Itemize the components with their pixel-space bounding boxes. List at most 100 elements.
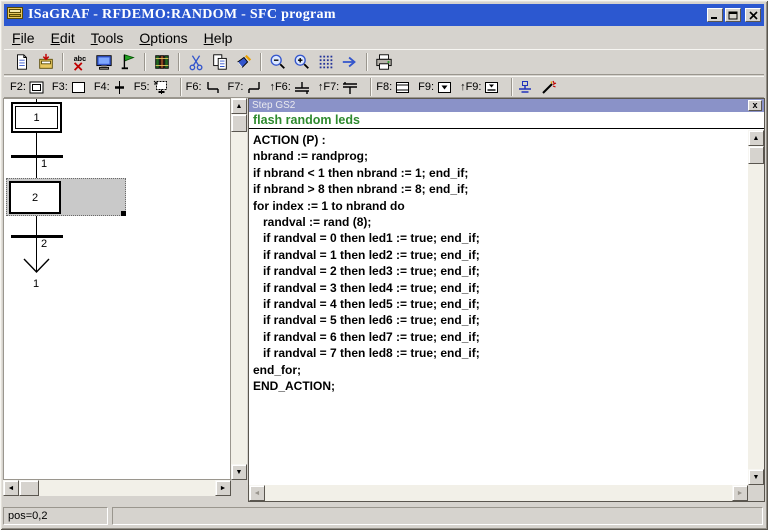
scroll-down-button[interactable]: ▼ [231,464,247,480]
left-vscrollbar[interactable]: ▲ ▼ [231,98,247,480]
tool-parallel-convergence[interactable]: ↑F7: [318,81,358,94]
tool-step[interactable]: F3: [52,81,86,94]
toolbar-separator [366,53,368,71]
status-message-panel [112,507,763,525]
scroll-right-button[interactable]: ► [732,485,748,501]
left-hscrollbar[interactable]: ◄ ► [3,480,231,496]
connect-icon [517,80,533,95]
vscroll-thumb[interactable] [748,146,764,164]
tool-connect[interactable] [517,80,533,95]
tool-jump-target[interactable]: ↑F9: [460,81,499,94]
status-position-panel: pos=0,2 [3,507,108,525]
archive-button[interactable] [34,51,58,73]
step-transition-icon [153,80,168,94]
tool-macro-step[interactable]: F8: [376,81,410,94]
code-line[interactable]: if randval = 1 then led2 := true; end_if… [253,247,748,263]
sfc-jump-arrow[interactable] [23,258,50,275]
code-line[interactable]: if randval = 2 then led3 := true; end_if… [253,263,748,279]
code-line[interactable]: if nbrand < 1 then nbrand := 1; end_if; [253,165,748,181]
scroll-left-button[interactable]: ◄ [249,485,265,501]
tool-transition[interactable]: F4: [94,81,126,94]
vscroll-thumb[interactable] [231,114,247,132]
tool-wand[interactable] [541,80,558,95]
menu-edit[interactable]: Edit [43,29,83,47]
copy-button[interactable] [208,51,232,73]
tool-step-transition[interactable]: F5: [134,80,168,94]
code-line[interactable]: if randval = 6 then led7 := true; end_if… [253,329,748,345]
sfc-step-2[interactable]: 2 [9,181,61,214]
scroll-left-button[interactable]: ◄ [3,480,19,496]
editor-vscrollbar[interactable]: ▲ ▼ [748,130,764,485]
code-line[interactable]: nbrand := randprog; [253,148,748,164]
step-editor-title: Step GS2 [252,100,295,111]
arrow-down-icon: ▼ [753,474,760,481]
paste-button[interactable] [232,51,256,73]
close-button[interactable] [745,8,761,22]
tool-convergence[interactable]: F7: [228,81,262,94]
library-button[interactable] [150,51,174,73]
toolbar-separator [511,78,513,96]
menu-tools[interactable]: Tools [83,29,132,47]
selection-handle[interactable] [121,211,126,216]
hscroll-thumb[interactable] [19,480,39,496]
menu-file[interactable]: File [4,29,43,47]
scroll-up-button[interactable]: ▲ [748,130,764,146]
go-arrow-icon [341,53,359,71]
scroll-down-button[interactable]: ▼ [748,469,764,485]
editor-hscrollbar[interactable]: ◄ ► [249,485,748,501]
zoom-in-button[interactable] [290,51,314,73]
code-line[interactable]: ACTION (P) : [253,132,748,148]
code-line[interactable]: randval := rand (8); [253,214,748,230]
code-line[interactable]: if nbrand > 8 then nbrand := 8; end_if; [253,181,748,197]
tool-step-label: F3: [52,81,68,93]
toolbar-separator [180,78,182,96]
step-comment-row[interactable]: flash random leds [249,112,764,129]
zoom-in-icon [293,53,311,71]
divergence-icon [205,81,220,94]
sfc-canvas[interactable]: 1 1 2 2 1 [3,98,231,480]
menu-help[interactable]: Help [196,29,241,47]
spell-check-button[interactable]: abc [68,51,92,73]
code-editor[interactable]: ACTION (P) : nbrand := randprog; if nbra… [249,130,748,485]
sfc-toolbar: F2: F3: F4: F5: [4,76,764,98]
sfc-transition-2[interactable] [11,235,63,238]
simulate-button[interactable] [92,51,116,73]
minimize-button[interactable] [707,8,723,22]
new-document-button[interactable] [10,51,34,73]
sfc-transition-1[interactable] [11,155,63,158]
sfc-initial-step-inner: 1 [15,106,58,129]
maximize-button[interactable] [725,8,741,22]
go-button[interactable] [338,51,362,73]
scroll-right-button[interactable]: ► [215,480,231,496]
code-line[interactable]: if randval = 4 then led5 := true; end_if… [253,296,748,312]
tool-parallel-divergence[interactable]: ↑F6: [269,81,309,94]
code-line[interactable]: if randval = 5 then led6 := true; end_if… [253,312,748,328]
step-editor-titlebar[interactable]: Step GS2 x [249,99,764,112]
debug-button[interactable] [116,51,140,73]
code-line[interactable]: if randval = 7 then led8 := true; end_if… [253,345,748,361]
debug-flag-icon [119,53,137,71]
scrollbar-corner [231,480,247,496]
scroll-up-button[interactable]: ▲ [231,98,247,114]
minimize-icon [710,11,720,20]
zoom-out-button[interactable] [266,51,290,73]
cut-button[interactable] [184,51,208,73]
tool-divergence[interactable]: F6: [186,81,220,94]
code-line[interactable]: end_for; [253,362,748,378]
tool-jump-target-label: ↑F9: [460,81,481,93]
menu-options[interactable]: Options [131,29,195,47]
step-editor-close-button[interactable]: x [748,100,762,111]
code-line[interactable]: END_ACTION; [253,378,748,394]
toolbar-separator [62,53,64,71]
sfc-initial-step[interactable]: 1 [11,102,62,133]
tool-initial-step[interactable]: F2: [10,81,44,94]
code-line[interactable]: if randval = 3 then led4 := true; end_if… [253,280,748,296]
step-icon [71,81,86,94]
code-line[interactable]: for index := 1 to nbrand do [253,198,748,214]
grid-button[interactable] [314,51,338,73]
transition-icon [113,81,126,94]
tool-jump[interactable]: F9: [418,81,452,94]
print-button[interactable] [372,51,396,73]
code-line[interactable]: if randval = 0 then led1 := true; end_if… [253,230,748,246]
initial-step-icon [29,81,44,94]
